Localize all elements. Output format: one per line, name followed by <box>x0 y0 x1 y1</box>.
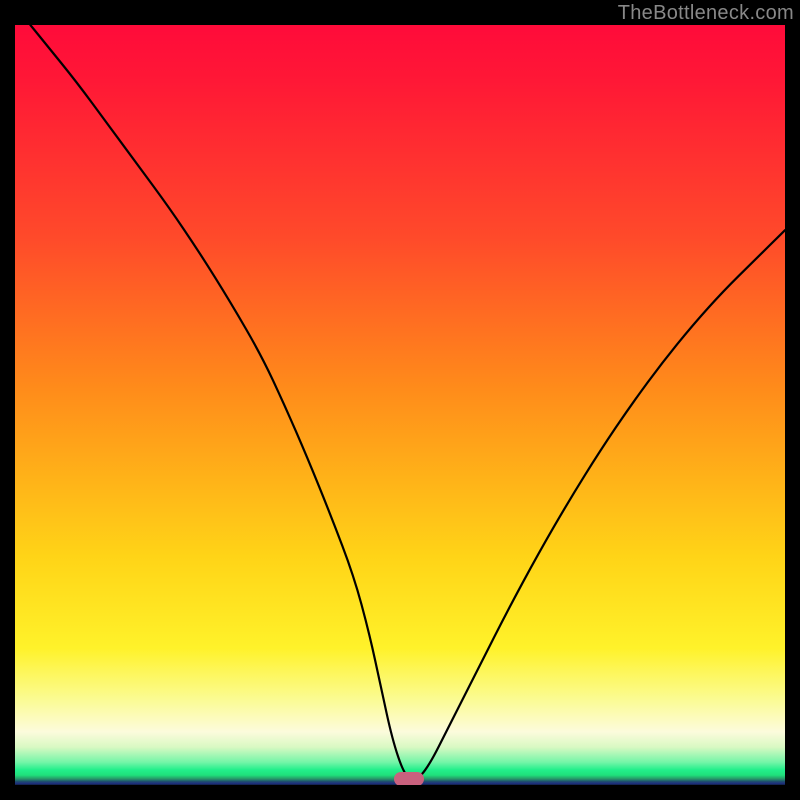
app-frame: TheBottleneck.com <box>0 0 800 800</box>
bottleneck-curve <box>30 25 785 778</box>
watermark-text: TheBottleneck.com <box>618 2 794 25</box>
curve-layer <box>15 25 785 785</box>
optimal-point-marker <box>394 772 424 785</box>
plot-area <box>15 25 785 785</box>
